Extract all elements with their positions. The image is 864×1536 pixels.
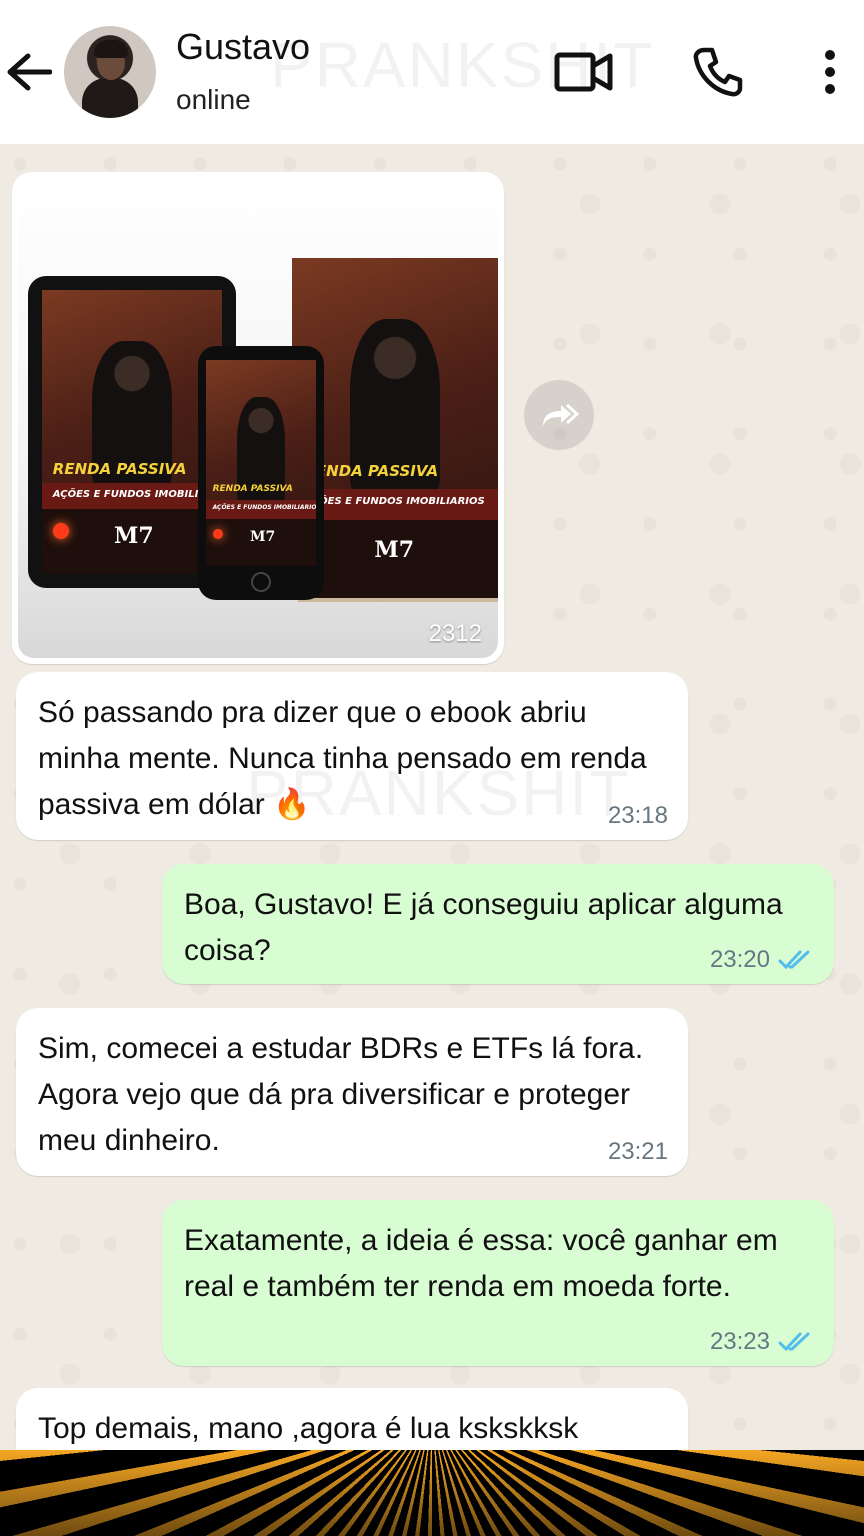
video-camera-icon [554, 52, 613, 92]
ebook-image[interactable]: RENDA PASSIVA AÇÕES E FUNDOS IMOBILIARIO… [18, 178, 498, 658]
message-text: Exatamente, a ideia é essa: você ganhar … [184, 1224, 778, 1303]
back-button[interactable] [4, 44, 54, 100]
message-text: Top demais, mano ,agora é lua kskskksk [38, 1412, 579, 1445]
image-count: 2312 [428, 620, 482, 647]
cover-subtitle: AÇÕES E FUNDOS IMOBILIARIOS [304, 496, 485, 507]
chat-area[interactable]: RENDA PASSIVA AÇÕES E FUNDOS IMOBILIARIO… [0, 144, 864, 1450]
read-receipt-icon [778, 950, 810, 970]
phone-mockup: RENDA PASSIVA AÇÕES E FUNDOS IMOBILIARIO… [198, 346, 324, 600]
chat-header: PRANKSHIT Gustavo online [0, 0, 864, 144]
cover-logo: M7 [374, 536, 415, 563]
message-text: Só passando pra dizer que o ebook abriu … [38, 696, 647, 821]
message-incoming[interactable]: Top demais, mano ,agora é lua kskskksk [16, 1388, 688, 1450]
forward-button[interactable] [524, 380, 594, 450]
message-text: Sim, comecei a estudar BDRs e ETFs lá fo… [38, 1032, 644, 1157]
video-call-button[interactable] [552, 40, 616, 104]
message-text: Boa, Gustavo! E já conseguiu aplicar alg… [184, 888, 783, 967]
more-options-button[interactable] [800, 40, 860, 104]
message-outgoing[interactable]: Boa, Gustavo! E já conseguiu aplicar alg… [162, 864, 834, 984]
message-time: 23:18 [607, 802, 668, 829]
message-time: 23:23 [709, 1328, 770, 1355]
arrow-left-icon [7, 53, 52, 91]
image-message[interactable]: RENDA PASSIVA AÇÕES E FUNDOS IMOBILIARIO… [12, 172, 504, 664]
message-time: 23:21 [607, 1138, 668, 1165]
forward-icon [543, 403, 579, 426]
kebab-menu-icon [825, 50, 835, 94]
message-time: 23:20 [709, 946, 770, 973]
message-outgoing[interactable]: Exatamente, a ideia é essa: você ganhar … [162, 1200, 834, 1366]
avatar[interactable] [64, 26, 156, 118]
read-receipt-icon [778, 1332, 810, 1352]
phone-icon [693, 47, 743, 97]
message-incoming[interactable]: Só passando pra dizer que o ebook abriu … [16, 672, 688, 840]
voice-call-button[interactable] [686, 40, 750, 104]
message-incoming[interactable]: Sim, comecei a estudar BDRs e ETFs lá fo… [16, 1008, 688, 1176]
cover-title: RENDA PASSIVA [304, 462, 439, 480]
contact-status: online [176, 84, 251, 115]
contact-name[interactable]: Gustavo [176, 26, 310, 68]
decorative-banner [0, 1450, 864, 1536]
